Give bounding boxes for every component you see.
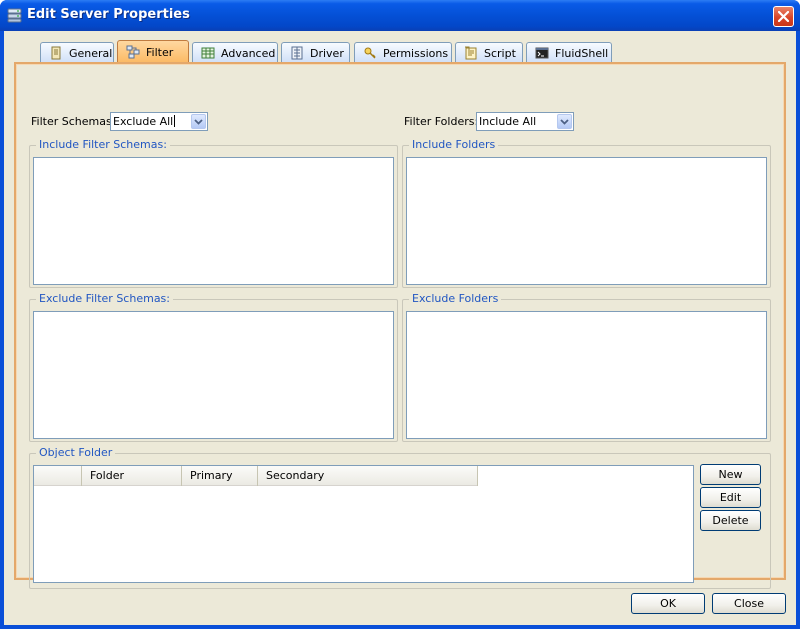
tab-permissions-label: Permissions (383, 46, 449, 60)
tab-fluidshell-label: FluidShell (555, 46, 609, 60)
object-folder-table[interactable]: Folder Primary Secondary (33, 465, 694, 583)
tab-advanced[interactable]: Advanced (192, 42, 278, 63)
exclude-filter-schemas-list[interactable] (33, 311, 394, 439)
close-button[interactable]: Close (712, 593, 786, 614)
include-folders-list[interactable] (406, 157, 767, 285)
server-icon (7, 8, 22, 23)
tab-general-label: General (69, 46, 113, 60)
chevron-down-icon (560, 119, 569, 125)
filter-schemas-combo[interactable]: Exclude All (110, 112, 208, 131)
column-header-blank[interactable] (34, 466, 82, 486)
tab-driver-label: Driver (310, 46, 344, 60)
tab-filter-label: Filter (146, 45, 174, 59)
edit-button[interactable]: Edit (700, 487, 761, 508)
column-header-primary[interactable]: Primary (182, 466, 258, 486)
advanced-icon (201, 47, 215, 59)
exclude-folders-group: Exclude Folders (402, 292, 771, 442)
tab-advanced-label: Advanced (221, 46, 276, 60)
column-header-folder[interactable]: Folder (82, 466, 182, 486)
close-icon (778, 11, 789, 22)
dialog-window: Edit Server Properties General Filter Ad… (0, 0, 800, 629)
filter-folders-dropdown-button[interactable] (557, 114, 572, 129)
filter-icon (126, 45, 140, 59)
driver-icon (291, 46, 303, 60)
include-filter-schemas-title: Include Filter Schemas: (36, 138, 170, 151)
exclude-filter-schemas-title: Exclude Filter Schemas: (36, 292, 173, 305)
tab-script[interactable]: Script (455, 42, 523, 63)
general-icon (51, 46, 61, 60)
chevron-down-icon (194, 119, 203, 125)
dialog-content: General Filter Advanced Driver Permissio… (4, 31, 796, 625)
filter-folders-label: Filter Folders: (404, 115, 479, 128)
fluidshell-icon (535, 47, 549, 59)
object-folder-group: Object Folder Folder Primary Secondary N… (29, 446, 771, 589)
tab-filter[interactable]: Filter (117, 40, 189, 63)
filter-schemas-dropdown-button[interactable] (191, 114, 206, 129)
tab-script-label: Script (484, 46, 516, 60)
filter-schemas-label: Filter Schemas: (31, 115, 116, 128)
tab-general[interactable]: General (40, 42, 114, 63)
tab-driver[interactable]: Driver (281, 42, 350, 63)
new-button[interactable]: New (700, 464, 761, 485)
column-header-secondary[interactable]: Secondary (258, 466, 478, 486)
filter-folders-combo[interactable]: Include All (476, 112, 574, 131)
tab-permissions[interactable]: Permissions (354, 42, 452, 63)
table-header: Folder Primary Secondary (34, 466, 478, 486)
include-filter-schemas-group: Include Filter Schemas: (29, 138, 398, 288)
close-window-button[interactable] (773, 6, 794, 27)
permissions-icon (364, 47, 376, 59)
script-icon (465, 46, 477, 60)
exclude-folders-title: Exclude Folders (409, 292, 502, 305)
object-folder-title: Object Folder (36, 446, 116, 459)
filter-folders-value: Include All (479, 115, 537, 128)
title-bar[interactable]: Edit Server Properties (0, 0, 800, 31)
include-filter-schemas-list[interactable] (33, 157, 394, 285)
include-folders-group: Include Folders (402, 138, 771, 288)
exclude-filter-schemas-group: Exclude Filter Schemas: (29, 292, 398, 442)
filter-tab-panel: Filter Schemas: Exclude All Filter Folde… (14, 62, 786, 589)
ok-button[interactable]: OK (631, 593, 705, 614)
filter-schemas-value: Exclude All (113, 115, 176, 128)
delete-button[interactable]: Delete (700, 510, 761, 531)
exclude-folders-list[interactable] (406, 311, 767, 439)
tab-fluidshell[interactable]: FluidShell (526, 42, 612, 63)
window-title: Edit Server Properties (27, 7, 190, 22)
include-folders-title: Include Folders (409, 138, 499, 151)
